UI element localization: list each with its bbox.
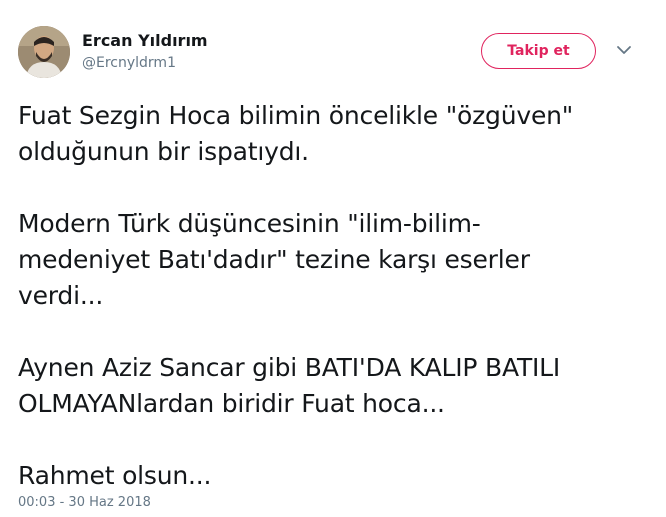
- tweet-paragraph: Fuat Sezgin Hoca bilimin öncelikle "özgü…: [18, 98, 648, 170]
- tweet-text: Fuat Sezgin Hoca bilimin öncelikle "özgü…: [18, 98, 648, 494]
- tweet-line: olduğunun bir ispatıydı.: [18, 137, 309, 166]
- tweet-line: Fuat Sezgin Hoca bilimin öncelikle "özgü…: [18, 101, 574, 130]
- avatar[interactable]: [18, 26, 70, 78]
- tweet-timestamp[interactable]: 00:03 - 30 Haz 2018: [18, 495, 151, 510]
- author-display-name[interactable]: Ercan Yıldırım: [82, 31, 208, 50]
- avatar-image: [18, 26, 70, 78]
- follow-button[interactable]: Takip et: [481, 33, 596, 69]
- tweet-card: Ercan Yıldırım @Ercnyldrm1 Takip et Fuat…: [0, 0, 666, 517]
- tweet-paragraph: Rahmet olsun...: [18, 458, 648, 494]
- chevron-down-icon[interactable]: [615, 43, 633, 57]
- author-handle[interactable]: @Ercnyldrm1: [82, 55, 176, 71]
- tweet-line: medeniyet Batı'dadır" tezine karşı eserl…: [18, 245, 530, 274]
- tweet-line: OLMAYANlardan biridir Fuat hoca...: [18, 389, 445, 418]
- tweet-line: verdi...: [18, 281, 104, 310]
- tweet-line: Aynen Aziz Sancar gibi BATI'DA KALIP BAT…: [18, 353, 561, 382]
- tweet-paragraph: Modern Türk düşüncesinin "ilim-bilim- me…: [18, 206, 648, 314]
- tweet-paragraph: Aynen Aziz Sancar gibi BATI'DA KALIP BAT…: [18, 350, 648, 422]
- tweet-line: Modern Türk düşüncesinin "ilim-bilim-: [18, 209, 481, 238]
- tweet-line: Rahmet olsun...: [18, 461, 212, 490]
